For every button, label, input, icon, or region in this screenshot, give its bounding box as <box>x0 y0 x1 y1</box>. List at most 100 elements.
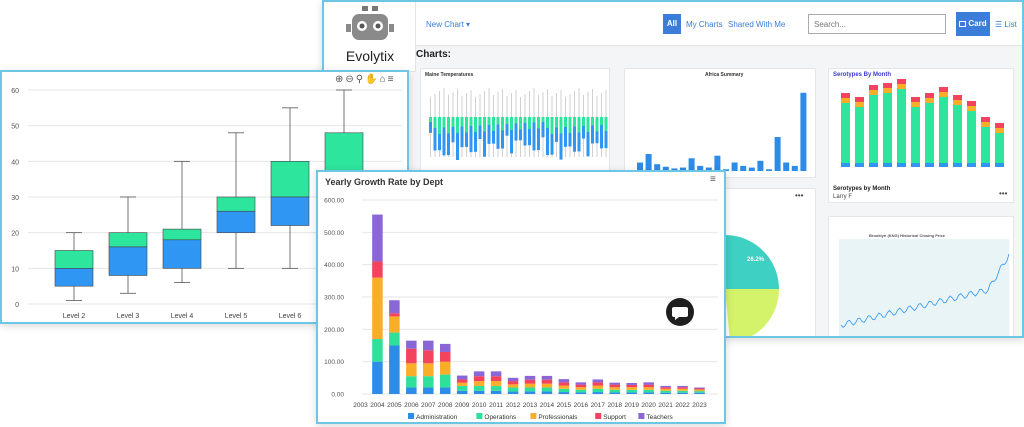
bar-segment <box>626 383 637 385</box>
bar-segment <box>643 384 654 388</box>
filter-all-button[interactable]: All <box>663 14 681 34</box>
x-tick-label: Level 3 <box>117 313 140 320</box>
search-input[interactable]: Search... <box>808 14 946 34</box>
chat-button[interactable] <box>666 298 694 326</box>
bar-segment <box>626 384 637 388</box>
chart-card-brooklyn[interactable]: Brooklyn (KNG) Historical Closing Price <box>828 216 1014 336</box>
thumb-seg <box>953 100 962 105</box>
thumb-seg <box>925 103 934 163</box>
bar-segment <box>372 261 383 278</box>
bar-segment <box>541 383 553 388</box>
bar-segment <box>575 384 587 388</box>
thumb-box <box>465 117 468 133</box>
legend-swatch <box>638 413 645 419</box>
thumb-box <box>541 117 545 122</box>
box-upper <box>162 228 202 241</box>
bar-segment <box>660 390 671 393</box>
bar-segment <box>490 371 502 377</box>
bar-segment <box>558 388 570 393</box>
thumb-box <box>501 130 504 149</box>
chart-card-africa[interactable]: Africa Summary <box>624 68 816 178</box>
home-icon[interactable]: ⌂ <box>380 74 388 85</box>
menu-icon[interactable]: ≡ <box>710 174 716 185</box>
y-tick-label: 300.00 <box>324 295 344 302</box>
x-tick-label: 2016 <box>574 402 589 409</box>
bar-segment <box>694 392 705 394</box>
bar-segment <box>660 392 671 394</box>
menu-icon[interactable]: ≡ <box>388 74 396 85</box>
thumb-seg <box>981 127 990 163</box>
thumb-box <box>586 117 590 132</box>
thumb-box <box>573 117 576 127</box>
y-tick-label: 100.00 <box>324 359 344 366</box>
bar-segment <box>507 377 519 382</box>
thumb-bar <box>783 162 790 171</box>
bar-segment <box>575 389 587 393</box>
chart-card-serotypes[interactable]: Serotypes By Month Serotypes by Month La… <box>828 68 1014 203</box>
y-tick-label: 60 <box>11 88 19 95</box>
thumb-box <box>591 117 594 126</box>
bar-segment <box>372 361 383 394</box>
pan-icon[interactable]: ✋ <box>365 74 379 85</box>
thumb-box <box>456 117 459 133</box>
thumb-seg <box>953 95 962 100</box>
y-tick-label: 200.00 <box>324 327 344 334</box>
bar-segment <box>609 389 621 393</box>
thumb-box <box>460 117 464 127</box>
thumb-box <box>447 133 450 156</box>
x-tick-label: 2005 <box>387 402 402 409</box>
thumb-box <box>510 117 513 130</box>
bar-segment <box>406 376 417 388</box>
bar-segment <box>456 375 468 380</box>
card-view-button[interactable]: Card <box>956 12 990 36</box>
bar-segment <box>694 389 705 392</box>
thumb-seg <box>869 95 878 163</box>
thumb-box <box>550 117 554 134</box>
x-tick-label: 2018 <box>608 402 623 409</box>
new-chart-menu[interactable]: New Chart ▾ <box>426 20 470 29</box>
y-tick-label: 20 <box>11 231 19 238</box>
thumb-box <box>442 127 446 156</box>
bar-segment <box>456 382 468 386</box>
bar-segment <box>473 371 485 377</box>
filter-shared-tab[interactable]: Shared With Me <box>728 20 785 29</box>
bar-segment <box>626 387 637 390</box>
bar-segment <box>423 387 434 394</box>
x-tick-label: 2015 <box>557 402 572 409</box>
thumb-seg <box>883 163 892 167</box>
bar-segment <box>406 387 417 394</box>
bar-segment <box>490 385 502 391</box>
ellipsis-icon[interactable]: ••• <box>795 191 803 200</box>
thumb-seg <box>953 105 962 163</box>
ellipsis-icon[interactable]: ••• <box>999 189 1007 198</box>
x-tick-label: 2023 <box>692 402 707 409</box>
legend-swatch <box>476 413 483 419</box>
thumb-seg <box>855 97 864 102</box>
legend-label: Administration <box>416 414 458 421</box>
bar-segment <box>406 348 417 364</box>
thumb-box <box>555 127 558 142</box>
chart-card-maine[interactable]: Maine Temperatures <box>420 68 610 178</box>
zoom-in-icon[interactable]: ⊕ <box>335 74 345 85</box>
thumb-seg <box>841 93 850 98</box>
zoom-out-icon[interactable]: ⊖ <box>345 74 355 85</box>
x-tick-label: 2022 <box>675 402 690 409</box>
thumb-box <box>514 123 518 141</box>
bar-segment <box>473 376 485 382</box>
y-tick-label: 50 <box>11 124 19 131</box>
thumb-seg <box>911 97 920 102</box>
thumb-bar <box>731 162 738 171</box>
filter-my-charts-tab[interactable]: My Charts <box>686 20 722 29</box>
thumb-box <box>550 134 554 155</box>
thumb-seg <box>939 97 948 163</box>
chart-toolbar: ⊕⊖⚲✋⌂≡ <box>335 74 395 85</box>
list-view-button[interactable]: ☰ List <box>995 20 1017 29</box>
box-upper <box>270 161 310 198</box>
magnify-icon[interactable]: ⚲ <box>356 74 365 85</box>
card-icon <box>959 20 967 27</box>
thumb-box <box>456 133 459 160</box>
thumb-box <box>582 117 585 126</box>
thumb-box <box>438 134 441 151</box>
bar-segment <box>558 392 570 394</box>
list-icon: ☰ <box>995 20 1005 29</box>
